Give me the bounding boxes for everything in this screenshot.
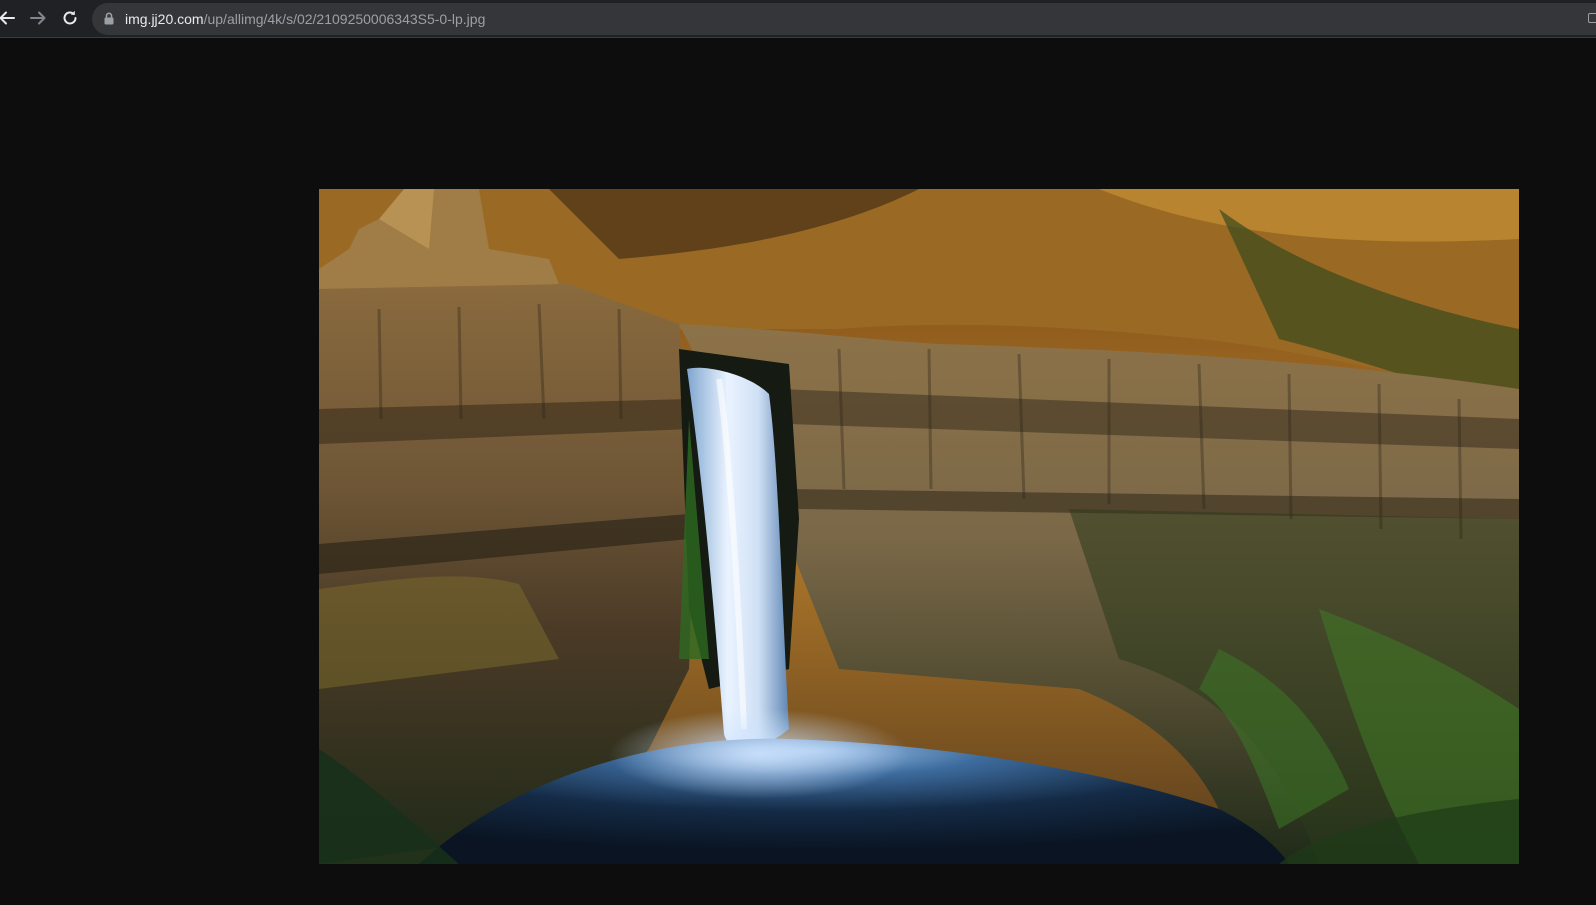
extension-icon[interactable] bbox=[1588, 13, 1596, 23]
reload-icon bbox=[63, 10, 77, 25]
forward-button[interactable] bbox=[25, 5, 51, 31]
waterfall-photo[interactable] bbox=[319, 189, 1519, 864]
back-button[interactable] bbox=[0, 5, 20, 31]
arrow-right-icon bbox=[30, 11, 46, 25]
browser-toolbar: img.jj20.com/up/allimg/4k/s/02/210925000… bbox=[0, 0, 1596, 38]
url-host: img.jj20.com bbox=[125, 11, 204, 27]
waterfall-image bbox=[319, 189, 1519, 864]
address-bar[interactable]: img.jj20.com/up/allimg/4k/s/02/210925000… bbox=[92, 3, 1596, 35]
page-viewport bbox=[0, 38, 1596, 905]
url-path: /up/allimg/4k/s/02/2109250006343S5-0-lp.… bbox=[203, 11, 486, 27]
lock-icon[interactable] bbox=[104, 12, 114, 30]
arrow-left-icon bbox=[0, 11, 15, 25]
url-text[interactable]: img.jj20.com/up/allimg/4k/s/02/210925000… bbox=[125, 3, 485, 35]
reload-button[interactable] bbox=[57, 5, 83, 31]
